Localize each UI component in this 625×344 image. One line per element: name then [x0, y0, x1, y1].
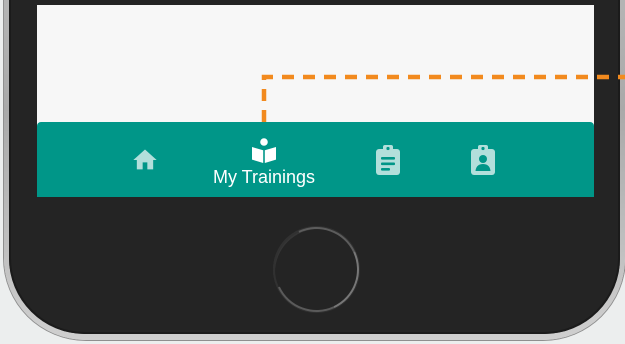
book-reader-icon — [250, 137, 278, 165]
nav-my-trainings-button[interactable]: My Trainings — [197, 122, 331, 197]
clipboard-list-icon — [375, 144, 401, 175]
device-mockup: My Trainings — [0, 0, 625, 344]
phone-home-button[interactable] — [273, 226, 360, 313]
nav-home-button[interactable] — [124, 122, 166, 197]
phone-screen: My Trainings — [37, 5, 594, 197]
nav-tasks-button[interactable] — [367, 122, 409, 197]
bottom-navigation-bar: My Trainings — [37, 122, 594, 197]
home-icon — [131, 146, 159, 174]
clipboard-user-icon — [470, 144, 496, 175]
nav-profile-button[interactable] — [462, 122, 504, 197]
nav-my-trainings-label: My Trainings — [212, 166, 316, 187]
